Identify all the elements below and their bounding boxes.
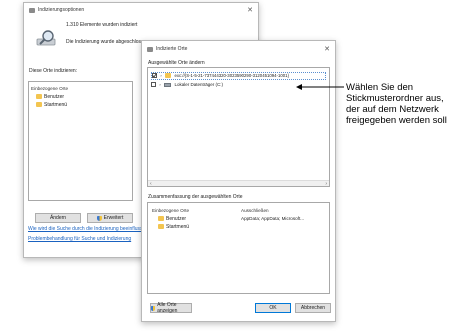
change-button[interactable]: Ändern [35,213,81,223]
tree-item-label: exc://{S-1-5-21-737444320-3023590290-312… [174,73,289,78]
indexing-status-icon [36,29,58,47]
locations-list: Einbezogene Orte Benutzer Startmenü [28,81,133,201]
summary-label: Zusammenfassung der ausgewählten Orte [148,194,243,200]
shield-icon [151,305,156,311]
excluded-text: AppData; AppData; Microsoft... [241,216,305,221]
troubleshoot-link[interactable]: Problembehandlung für Suche und Indizier… [28,236,131,242]
indexing-options-titlebar: Indizierungsoptionen ✕ [24,3,258,17]
expand-arrow-icon[interactable]: › [160,73,161,78]
folder-icon [158,224,164,230]
callout-line: Wählen Sie den [346,82,414,93]
shield-icon [96,215,102,221]
list-item: Startmenü [158,224,189,230]
folder-icon [158,216,164,222]
checkbox[interactable] [152,73,157,79]
cancel-button[interactable]: Abbrechen [295,303,331,313]
indexing-status-text: Die Indizierung wurde abgeschlossen. [66,39,151,45]
indexed-count-text: 1.310 Elemente wurden indiziert [66,22,138,28]
tree-item[interactable]: › Lokaler Datenträger (C:) [151,82,223,88]
list-item: Startmenü [36,102,67,108]
tree-item[interactable]: › exc://{S-1-5-21-737444320-3023590290-3… [151,72,326,80]
callout-line: freigegeben werden soll [346,115,447,126]
locations-label: Diese Orte indizieren: [29,68,78,74]
indexing-options-title: Indizierungsoptionen [38,7,85,13]
ok-button[interactable]: OK [255,303,291,313]
folder-icon [36,94,42,100]
column-excluded: Ausschließen [241,208,269,213]
horizontal-scrollbar[interactable]: ‹ › [148,180,329,187]
advanced-button[interactable]: Erweitert [87,213,133,223]
show-all-locations-button[interactable]: Alle Orte anzeigen [150,302,192,314]
close-icon[interactable]: ✕ [324,45,330,53]
folder-icon [36,102,42,108]
callout-text: Wählen Sie den Stickmusterordner aus, de… [346,82,447,126]
indexed-locations-title: Indizierte Orte [156,46,188,52]
scroll-left-icon[interactable]: ‹ [150,181,152,187]
scroll-right-icon[interactable]: › [325,181,327,187]
expand-arrow-icon[interactable]: › [159,82,160,87]
column-included: Einbezogene Orte [31,86,69,91]
change-selected-label: Ausgewählte Orte ändern [148,60,205,66]
callout-arrow [296,84,344,90]
column-included: Einbezogene Orte [152,208,190,213]
list-item: Benutzer [158,216,186,222]
indexed-locations-titlebar: Indizierte Orte ✕ [142,41,335,57]
drive-icon [164,82,172,87]
checkbox[interactable] [151,82,156,88]
folder-icon [165,73,172,79]
close-icon[interactable]: ✕ [247,6,253,14]
callout-line: der auf dem Netzwerk [346,104,439,115]
indexing-options-app-icon [29,7,35,13]
tree-item-label: Lokaler Datenträger (C:) [174,82,224,87]
indexed-locations-app-icon [147,46,153,52]
callout-line: Stickmusterordner aus, [346,93,444,104]
summary-list: Einbezogene Orte Ausschließen Benutzer A… [147,202,330,294]
search-influence-link[interactable]: Wie wird die Suche durch die Indizierung… [28,226,147,232]
list-item: Benutzer [36,94,64,100]
